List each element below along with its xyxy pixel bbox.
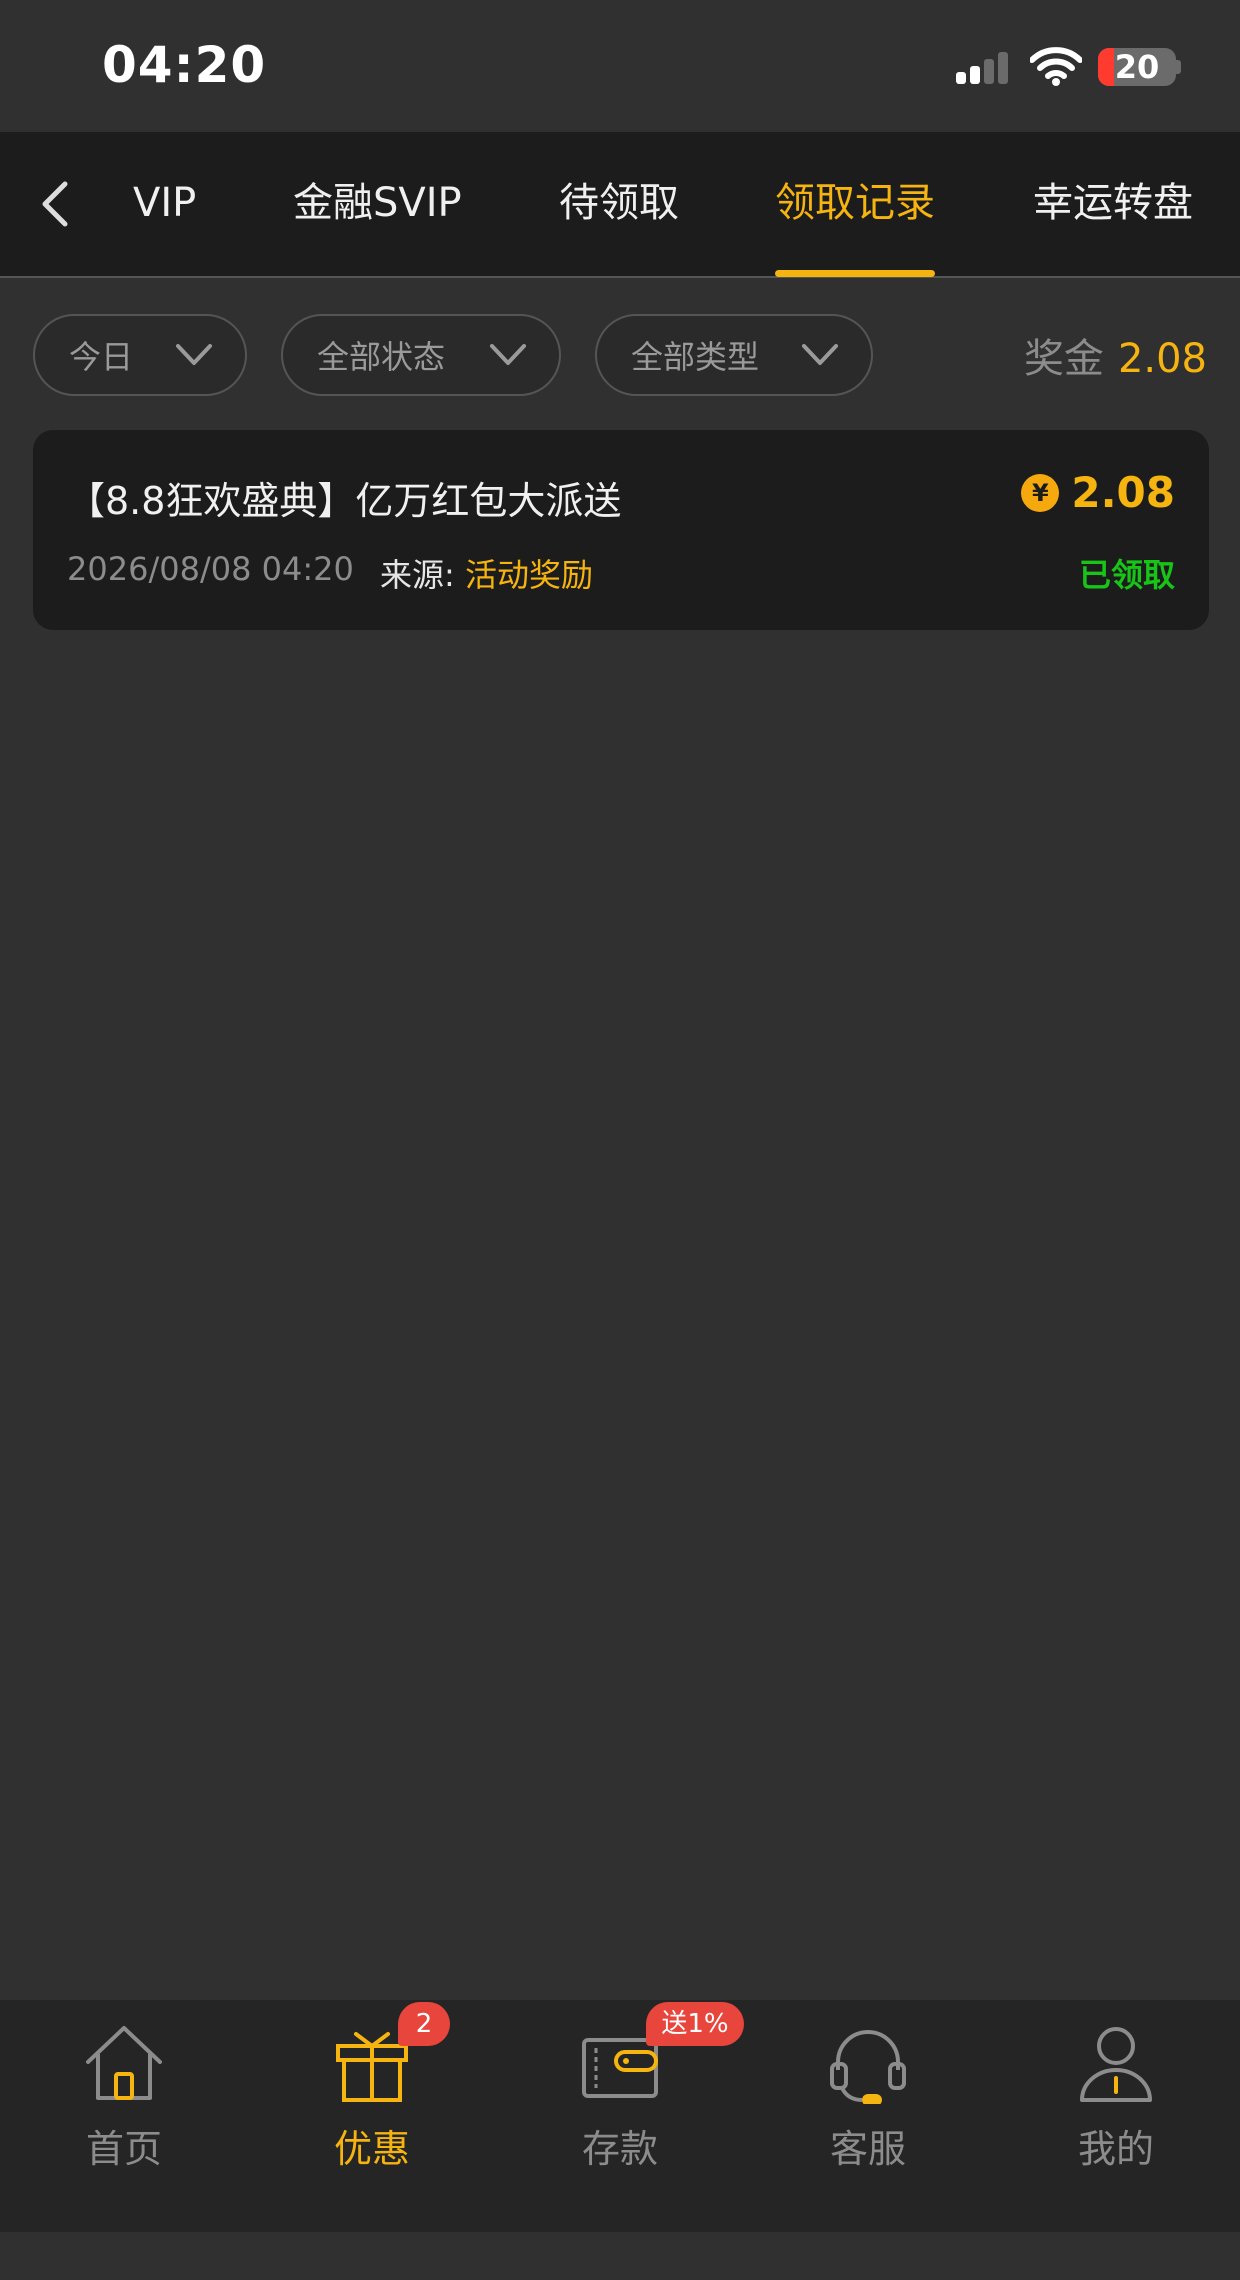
tab-pending[interactable]: 待领取 bbox=[559, 132, 679, 276]
headset-icon bbox=[830, 2030, 906, 2104]
record-amount-value: 2.08 bbox=[1071, 468, 1175, 517]
nav-profile[interactable]: 我的 bbox=[1016, 2000, 1216, 2232]
bottom-navigation: 首页 优惠 存款 客服 我的 bbox=[0, 2000, 1240, 2232]
nav-home[interactable]: 首页 bbox=[24, 2000, 224, 2232]
status-filter-label: 全部状态 bbox=[317, 338, 446, 376]
promotions-count-badge: 2 bbox=[398, 2002, 450, 2046]
status-bar: 04:20 20 bbox=[0, 0, 1240, 132]
record-title: 【8.8狂欢盛典】亿万红包大派送 bbox=[67, 479, 622, 523]
date-filter-label: 今日 bbox=[69, 338, 134, 376]
tab-claim-records[interactable]: 领取记录 bbox=[775, 132, 935, 276]
battery-level-text: 20 bbox=[1114, 48, 1160, 86]
status-time: 04:20 bbox=[102, 36, 267, 94]
bonus-value: 2.08 bbox=[1117, 336, 1207, 382]
coin-icon: ¥ bbox=[1021, 473, 1060, 512]
chevron-down-icon bbox=[802, 344, 838, 365]
tab-lucky-wheel[interactable]: 幸运转盘 bbox=[1033, 132, 1193, 276]
page: 04:20 20 VIP 金融SVIP 待领取 领取记录 幸运转盘 今日 全部状… bbox=[0, 0, 1240, 2280]
category-tab-bar: VIP 金融SVIP 待领取 领取记录 幸运转盘 bbox=[0, 132, 1240, 278]
wifi-icon bbox=[1030, 47, 1082, 86]
status-filter-dropdown[interactable]: 全部状态 bbox=[281, 314, 561, 396]
chevron-left-icon bbox=[42, 181, 68, 227]
back-button[interactable] bbox=[30, 172, 78, 236]
bonus-label: 奖金 bbox=[1023, 336, 1104, 382]
record-source-label: 来源: bbox=[380, 556, 455, 594]
claim-record-card[interactable]: 【8.8狂欢盛典】亿万红包大派送 ¥ 2.08 2026/08/08 04:20… bbox=[33, 430, 1209, 630]
chevron-down-icon bbox=[490, 344, 526, 365]
chevron-down-icon bbox=[176, 344, 212, 365]
cellular-signal-icon bbox=[956, 52, 1012, 84]
nav-customer-service-label: 客服 bbox=[829, 2127, 906, 2171]
battery-nub bbox=[1176, 60, 1181, 74]
nav-promotions-label: 优惠 bbox=[333, 2127, 410, 2171]
nav-home-label: 首页 bbox=[85, 2127, 162, 2171]
record-source: 来源: 活动奖励 bbox=[380, 550, 593, 596]
date-filter-dropdown[interactable]: 今日 bbox=[33, 314, 247, 396]
record-status: 已领取 bbox=[1078, 556, 1175, 594]
tab-vip[interactable]: VIP bbox=[133, 132, 196, 276]
user-icon bbox=[1080, 2027, 1152, 2102]
home-icon bbox=[86, 2026, 162, 2100]
battery-indicator: 20 bbox=[1098, 48, 1176, 86]
type-filter-label: 全部类型 bbox=[631, 338, 760, 376]
nav-deposit-label: 存款 bbox=[581, 2127, 658, 2171]
type-filter-dropdown[interactable]: 全部类型 bbox=[595, 314, 873, 396]
record-source-value: 活动奖励 bbox=[464, 556, 593, 594]
active-tab-indicator bbox=[775, 270, 935, 277]
record-amount: ¥ 2.08 bbox=[1021, 468, 1175, 517]
tab-finance-svip[interactable]: 金融SVIP bbox=[293, 132, 462, 276]
nav-customer-service[interactable]: 客服 bbox=[768, 2000, 968, 2232]
deposit-bonus-badge: 送1% bbox=[646, 2002, 744, 2046]
bonus-total: 奖金 2.08 bbox=[1024, 326, 1207, 384]
nav-profile-label: 我的 bbox=[1077, 2127, 1154, 2171]
record-date: 2026/08/08 04:20 bbox=[67, 550, 354, 588]
home-indicator-area bbox=[0, 2232, 1240, 2280]
